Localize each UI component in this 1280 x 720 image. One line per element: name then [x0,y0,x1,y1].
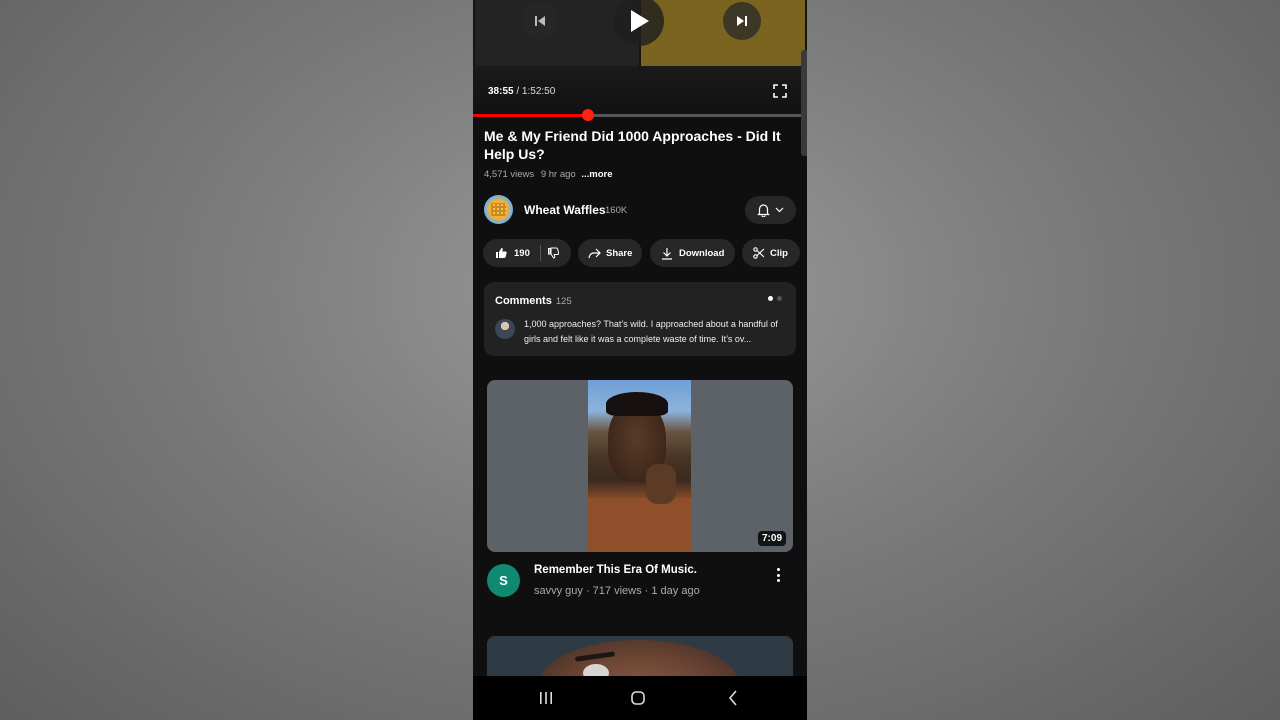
share-label: Share [606,247,633,259]
progress-scrubber[interactable] [581,109,594,121]
share-button[interactable]: Share [578,239,642,267]
recommended-video-meta: savvy guy · 717 views · 1 day ago [534,585,700,597]
thumbs-up-icon[interactable] [495,247,507,259]
video-duration-badge: 7:09 [757,531,786,546]
carousel-dot [777,296,782,301]
video-player[interactable]: 38:55 / 1:52:50 [473,0,807,116]
video-meta[interactable]: 4,571 views 9 hr ago ...more [484,169,612,180]
edge-panel-handle[interactable] [801,50,807,156]
fullscreen-button[interactable] [773,84,787,98]
scissors-icon [753,247,765,259]
kebab-dot [776,568,780,571]
kebab-dot [776,573,780,577]
thumbnail-hair [606,392,668,416]
previous-icon [535,16,545,26]
recents-button[interactable] [537,688,555,708]
thumbs-down-icon[interactable] [547,247,559,259]
comments-heading: Comments 125 [495,295,572,307]
home-icon [631,691,645,705]
comments-count: 125 [555,296,572,307]
more-options-button[interactable] [771,566,785,584]
progress-bar[interactable] [473,109,807,121]
commenter-avatar [495,319,515,339]
top-comment-text: 1,000 approaches? That’s wild. I approac… [524,319,778,344]
notification-bell-button[interactable] [745,196,796,224]
kebab-dot [776,579,780,582]
video-frame-left [475,0,639,66]
like-dislike-chip: 190 [483,239,571,267]
subscriber-count: 160K [605,205,628,216]
play-icon [631,10,649,32]
thumbnail-image [588,380,691,552]
thumbnail-shirt [588,498,691,552]
bell-icon [757,204,770,217]
download-button[interactable]: Download [650,239,735,267]
progress-bar-fill [473,114,588,117]
download-icon [662,247,672,260]
recents-icon [540,692,552,704]
playback-time: 38:55 / 1:52:50 [488,86,555,97]
upload-age: 9 hr ago [540,169,576,180]
carousel-dots [768,296,782,301]
channel-avatar[interactable] [484,195,513,224]
previous-button[interactable] [521,2,559,40]
youtube-app-screen: 38:55 / 1:52:50 Me & My Friend Did 1000 … [473,0,807,720]
system-navigation-bar [473,676,807,720]
next-icon [737,16,747,26]
recommended-channel-avatar[interactable]: S [487,564,520,597]
recommended-video-title[interactable]: Remember This Era Of Music. [534,564,764,576]
carousel-dot-active [768,296,773,301]
channel-name[interactable]: Wheat Waffles [524,203,606,217]
comments-card[interactable]: Comments 125 1,000 approaches? That’s wil… [484,282,796,356]
chevron-down-icon [775,207,784,213]
total-duration: / 1:52:50 [513,86,556,97]
video-frame-right [641,0,805,66]
clip-button[interactable]: Clip [742,239,800,267]
view-count: 4,571 views [484,169,535,180]
back-button[interactable] [724,688,742,708]
video-title[interactable]: Me & My Friend Did 1000 Approaches - Did… [484,127,796,163]
comments-title: Comments [495,295,552,307]
next-button[interactable] [723,2,761,40]
like-count[interactable]: 190 [514,248,530,259]
home-button[interactable] [629,688,647,708]
more-link[interactable]: ...more [581,169,612,180]
current-time: 38:55 [488,86,514,97]
thumbnail-hand [646,464,676,504]
download-label: Download [679,247,725,259]
clip-label: Clip [770,247,788,259]
fullscreen-icon [773,84,787,98]
share-icon [588,248,601,258]
back-icon [728,690,737,706]
chip-divider [539,245,541,261]
recommended-video-thumbnail[interactable]: 7:09 [487,380,793,552]
